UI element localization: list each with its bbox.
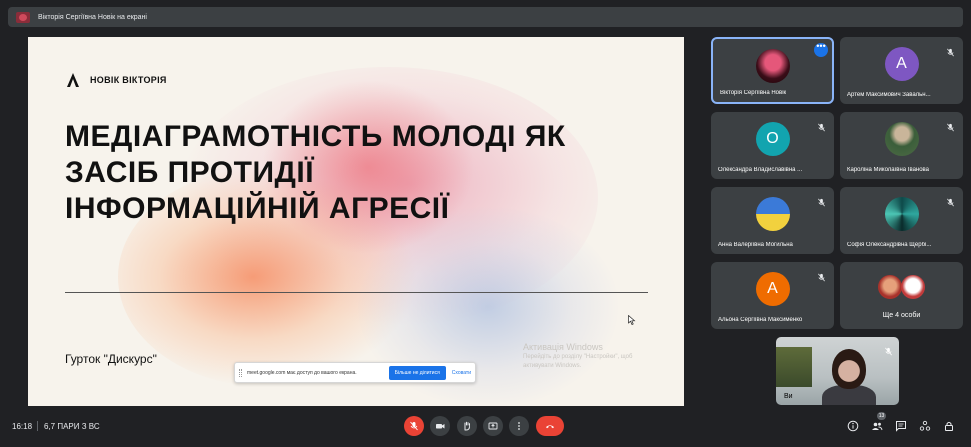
self-head bbox=[832, 349, 866, 389]
microphone-toggle-button[interactable] bbox=[404, 416, 424, 436]
people-icon[interactable] bbox=[871, 420, 883, 432]
participant-name: Альона Сергіївна Максименко bbox=[718, 317, 803, 323]
shared-screen: НОВІК ВІКТОРІЯ МЕДІАГРАМОТНІСТЬ МОЛОДІ Я… bbox=[28, 37, 684, 406]
more-vert-icon bbox=[514, 421, 524, 431]
screen-share-notice: meet.google.com має доступ до вашого екр… bbox=[234, 362, 476, 383]
clock: 16:18 bbox=[12, 422, 33, 431]
avatar bbox=[884, 122, 919, 156]
avatar bbox=[755, 49, 790, 83]
avatar bbox=[755, 197, 790, 231]
hand-icon bbox=[462, 421, 472, 431]
mouse-cursor-icon bbox=[628, 312, 636, 325]
background-shelf bbox=[776, 347, 812, 387]
stop-sharing-button[interactable]: Більше не ділитися bbox=[388, 365, 446, 380]
bottom-control-bar: 16:18 6,7 ПАРИ З ВС 13 bbox=[0, 410, 971, 447]
avatar: О bbox=[755, 122, 790, 156]
presenter-avatar bbox=[16, 11, 30, 23]
mic-off-icon bbox=[817, 194, 826, 207]
self-name: Ви bbox=[784, 393, 793, 400]
presenter-bar[interactable]: Вікторія Сергіївна Новік на екрані bbox=[8, 7, 963, 27]
logo-mark-icon bbox=[66, 73, 80, 87]
hang-up-icon bbox=[545, 421, 555, 431]
video-camera-icon bbox=[435, 421, 445, 431]
more-participants-tile[interactable]: Ще 4 особи bbox=[840, 262, 963, 329]
windows-activation-watermark: Активація Windows Перейдіть до розділу "… bbox=[523, 342, 632, 370]
participant-name: Артем Максимович Завальн... bbox=[847, 92, 931, 98]
participant-tile[interactable]: О Олександра Владиславівна ... bbox=[711, 112, 834, 179]
avatar: А bbox=[755, 272, 790, 306]
participant-name: Софія Олександрівна Щербі... bbox=[847, 242, 932, 248]
more-participants-label: Ще 4 особи bbox=[882, 312, 921, 319]
participants-count-badge: 13 bbox=[877, 412, 886, 420]
participant-name: Анна Валеріївна Могильна bbox=[718, 242, 793, 248]
info-icon[interactable] bbox=[847, 420, 859, 432]
meeting-name: 6,7 ПАРИ З ВС bbox=[44, 422, 100, 431]
participant-name: Вікторія Сергіївна Новік bbox=[720, 90, 787, 96]
participant-tile[interactable]: Анна Валеріївна Могильна bbox=[711, 187, 834, 254]
participant-tile[interactable]: Кароліна Миколаївна Іванова bbox=[840, 112, 963, 179]
logo-text: НОВІК ВІКТОРІЯ bbox=[90, 75, 167, 85]
title-line: ІНФОРМАЦІЙНІЙ АГРЕСІЇ bbox=[65, 192, 450, 225]
mic-off-icon bbox=[946, 119, 955, 132]
avatar bbox=[884, 197, 919, 231]
self-view[interactable]: Ви bbox=[776, 337, 899, 405]
more-options-icon[interactable]: ••• bbox=[814, 42, 828, 57]
hide-button[interactable]: Сховати bbox=[452, 370, 471, 376]
avatar bbox=[901, 275, 925, 299]
avatar: А bbox=[884, 47, 919, 81]
participant-tile[interactable]: ••• Вікторія Сергіївна Новік bbox=[711, 37, 834, 104]
participant-tile[interactable]: А Альона Сергіївна Максименко bbox=[711, 262, 834, 329]
present-screen-button[interactable] bbox=[483, 416, 503, 436]
presenter-label: Вікторія Сергіївна Новік на екрані bbox=[38, 13, 147, 21]
activation-text: Перейдіть до розділу "Настройки", щоб bbox=[523, 354, 633, 360]
participant-name: Кароліна Миколаївна Іванова bbox=[847, 167, 930, 173]
divider bbox=[65, 292, 648, 293]
title-line: ЗАСІБ ПРОТИДІЇ bbox=[65, 156, 314, 189]
club-name: Гурток "Дискурс" bbox=[65, 352, 157, 366]
leave-call-button[interactable] bbox=[536, 416, 564, 436]
mic-off-icon bbox=[409, 421, 419, 431]
mic-off-icon bbox=[817, 269, 826, 282]
title-line: МЕДІАГРАМОТНІСТЬ МОЛОДІ ЯК bbox=[65, 120, 566, 153]
slide-logo: НОВІК ВІКТОРІЯ bbox=[66, 73, 167, 87]
separator bbox=[37, 421, 38, 431]
meet-window: Вікторія Сергіївна Новік на екрані НОВІК… bbox=[0, 0, 971, 447]
mic-off-icon bbox=[946, 44, 955, 57]
mic-off-icon bbox=[946, 194, 955, 207]
host-controls-lock-icon[interactable] bbox=[943, 420, 955, 432]
activation-text: активувати Windows. bbox=[523, 363, 582, 369]
participant-name: Олександра Владиславівна ... bbox=[718, 167, 803, 173]
avatar bbox=[878, 275, 902, 299]
participant-tile[interactable]: Софія Олександрівна Щербі... bbox=[840, 187, 963, 254]
chat-icon[interactable] bbox=[895, 420, 907, 432]
camera-toggle-button[interactable] bbox=[430, 416, 450, 436]
participant-tile[interactable]: А Артем Максимович Завальн... bbox=[840, 37, 963, 104]
present-icon bbox=[488, 421, 498, 431]
activation-title: Активація Windows bbox=[523, 342, 603, 352]
mic-off-icon bbox=[884, 343, 893, 356]
raise-hand-button[interactable] bbox=[457, 416, 477, 436]
drag-handle-icon[interactable] bbox=[239, 368, 242, 377]
activities-icon[interactable] bbox=[919, 420, 931, 432]
share-message: meet.google.com має доступ до вашого екр… bbox=[247, 369, 357, 376]
mic-off-icon bbox=[817, 119, 826, 132]
slide-title: МЕДІАГРАМОТНІСТЬ МОЛОДІ ЯК ЗАСІБ ПРОТИДІ… bbox=[65, 119, 625, 227]
more-options-button[interactable] bbox=[509, 416, 529, 436]
